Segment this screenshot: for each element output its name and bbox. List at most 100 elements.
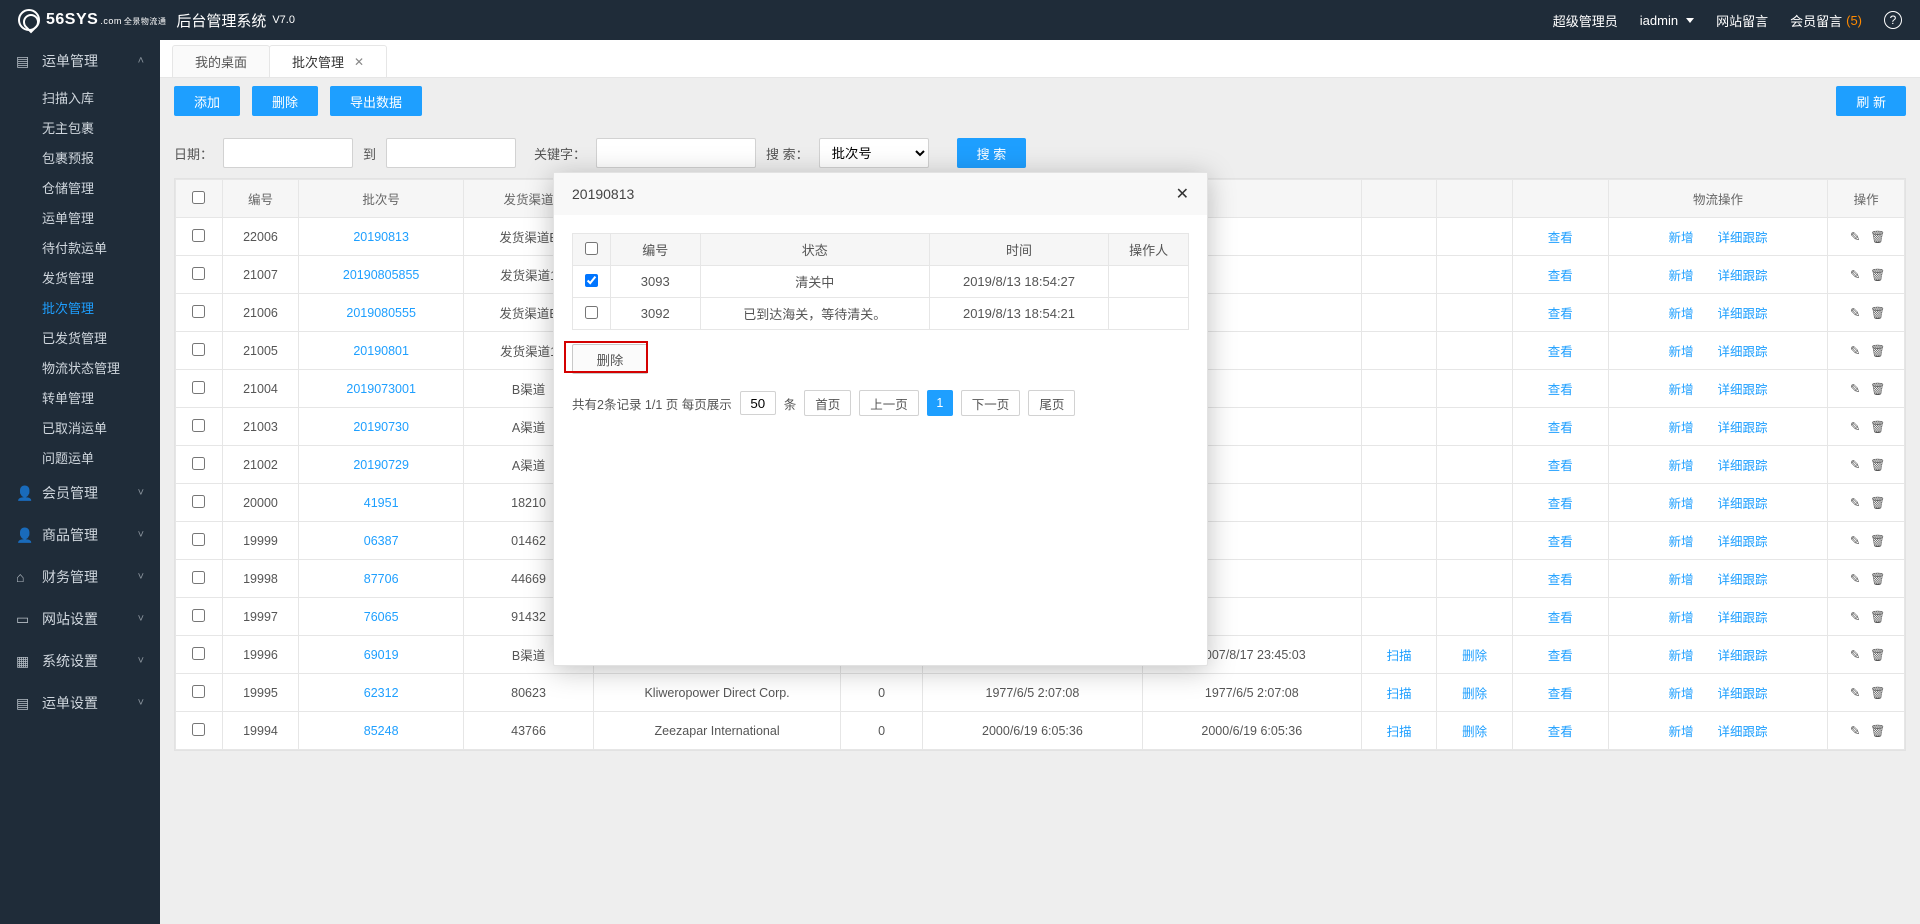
track-link[interactable]: 详细跟踪 xyxy=(1717,687,1767,701)
nav-item[interactable]: 发货管理 xyxy=(0,262,160,292)
per-page-input[interactable] xyxy=(740,391,776,415)
row-checkbox[interactable] xyxy=(192,685,205,698)
view-link[interactable]: 查看 xyxy=(1548,383,1573,397)
delete-button[interactable]: 删除 xyxy=(252,86,318,116)
add-status-link[interactable]: 新增 xyxy=(1668,269,1693,283)
nav-group[interactable]: ▤运单管理˄ xyxy=(0,40,160,82)
track-link[interactable]: 详细跟踪 xyxy=(1717,421,1767,435)
edit-icon[interactable] xyxy=(1848,571,1862,585)
trash-icon[interactable] xyxy=(1870,458,1884,472)
trash-icon[interactable] xyxy=(1870,268,1884,282)
view-link[interactable]: 查看 xyxy=(1548,231,1573,245)
edit-icon[interactable] xyxy=(1848,457,1862,471)
add-status-link[interactable]: 新增 xyxy=(1668,383,1693,397)
row-checkbox[interactable] xyxy=(192,305,205,318)
batch-link[interactable]: 69019 xyxy=(364,648,399,662)
trash-icon[interactable] xyxy=(1870,344,1884,358)
edit-icon[interactable] xyxy=(1848,647,1862,661)
nav-item[interactable]: 批次管理 xyxy=(0,292,160,322)
view-link[interactable]: 查看 xyxy=(1548,573,1573,587)
row-checkbox[interactable] xyxy=(192,533,205,546)
trash-icon[interactable] xyxy=(1870,610,1884,624)
trash-icon[interactable] xyxy=(1870,724,1884,738)
trash-icon[interactable] xyxy=(1870,382,1884,396)
add-status-link[interactable]: 新增 xyxy=(1668,421,1693,435)
trash-icon[interactable] xyxy=(1870,420,1884,434)
batch-link[interactable]: 20190730 xyxy=(353,420,409,434)
track-link[interactable]: 详细跟踪 xyxy=(1717,345,1767,359)
trash-icon[interactable] xyxy=(1870,572,1884,586)
batch-link[interactable]: 20190729 xyxy=(353,458,409,472)
user-menu[interactable]: iadmin xyxy=(1640,13,1694,28)
modal-row-checkbox[interactable] xyxy=(585,306,598,319)
nav-item[interactable]: 仓储管理 xyxy=(0,172,160,202)
row-checkbox[interactable] xyxy=(192,495,205,508)
scan-link[interactable]: 扫描 xyxy=(1387,725,1412,739)
member-message-link[interactable]: 会员留言 (5) xyxy=(1790,11,1862,30)
row-checkbox[interactable] xyxy=(192,609,205,622)
batch-link[interactable]: 85248 xyxy=(364,724,399,738)
close-icon[interactable]: ✕ xyxy=(354,55,364,69)
edit-icon[interactable] xyxy=(1848,305,1862,319)
view-link[interactable]: 查看 xyxy=(1548,687,1573,701)
pager-prev[interactable]: 上一页 xyxy=(859,390,919,416)
edit-icon[interactable] xyxy=(1848,685,1862,699)
nav-group[interactable]: 👤商品管理˅ xyxy=(0,514,160,556)
edit-icon[interactable] xyxy=(1848,419,1862,433)
edit-icon[interactable] xyxy=(1848,723,1862,737)
trash-icon[interactable] xyxy=(1870,534,1884,548)
nav-group[interactable]: ▤运单设置˅ xyxy=(0,682,160,724)
scan-link[interactable]: 扫描 xyxy=(1387,649,1412,663)
row-checkbox[interactable] xyxy=(192,381,205,394)
nav-group[interactable]: ▭网站设置˅ xyxy=(0,598,160,640)
view-link[interactable]: 查看 xyxy=(1548,649,1573,663)
row-checkbox[interactable] xyxy=(192,343,205,356)
keyword-input[interactable] xyxy=(596,138,756,168)
row-checkbox[interactable] xyxy=(192,647,205,660)
batch-link[interactable]: 62312 xyxy=(364,686,399,700)
batch-link[interactable]: 87706 xyxy=(364,572,399,586)
batch-link[interactable]: 76065 xyxy=(364,610,399,624)
pager-first[interactable]: 首页 xyxy=(804,390,851,416)
batch-link[interactable]: 20190805855 xyxy=(343,268,419,282)
pager-last[interactable]: 尾页 xyxy=(1028,390,1075,416)
add-status-link[interactable]: 新增 xyxy=(1668,649,1693,663)
track-link[interactable]: 详细跟踪 xyxy=(1717,459,1767,473)
add-status-link[interactable]: 新增 xyxy=(1668,687,1693,701)
view-link[interactable]: 查看 xyxy=(1548,345,1573,359)
add-status-link[interactable]: 新增 xyxy=(1668,307,1693,321)
row-checkbox[interactable] xyxy=(192,457,205,470)
nav-item[interactable]: 已取消运单 xyxy=(0,412,160,442)
edit-icon[interactable] xyxy=(1848,267,1862,281)
add-status-link[interactable]: 新增 xyxy=(1668,535,1693,549)
batch-link[interactable]: 2019073001 xyxy=(346,382,416,396)
tab[interactable]: 我的桌面 xyxy=(172,45,270,77)
add-status-link[interactable]: 新增 xyxy=(1668,611,1693,625)
export-button[interactable]: 导出数据 xyxy=(330,86,422,116)
view-link[interactable]: 查看 xyxy=(1548,421,1573,435)
view-link[interactable]: 查看 xyxy=(1548,307,1573,321)
row-checkbox[interactable] xyxy=(192,419,205,432)
search-button[interactable]: 搜 索 xyxy=(957,138,1027,168)
view-link[interactable]: 查看 xyxy=(1548,269,1573,283)
row-checkbox[interactable] xyxy=(192,571,205,584)
nav-group[interactable]: 👤会员管理˅ xyxy=(0,472,160,514)
add-status-link[interactable]: 新增 xyxy=(1668,231,1693,245)
track-link[interactable]: 详细跟踪 xyxy=(1717,611,1767,625)
nav-item[interactable]: 扫描入库 xyxy=(0,82,160,112)
batch-link[interactable]: 20190801 xyxy=(353,344,409,358)
modal-row-checkbox[interactable] xyxy=(585,274,598,287)
select-all-checkbox[interactable] xyxy=(192,191,205,204)
modal-delete-button[interactable]: 删除 xyxy=(572,344,648,374)
view-link[interactable]: 查看 xyxy=(1548,535,1573,549)
date-to-input[interactable] xyxy=(386,138,516,168)
trash-icon[interactable] xyxy=(1870,230,1884,244)
track-link[interactable]: 详细跟踪 xyxy=(1717,573,1767,587)
nav-item[interactable]: 待付款运单 xyxy=(0,232,160,262)
nav-item[interactable]: 转单管理 xyxy=(0,382,160,412)
view-link[interactable]: 查看 xyxy=(1548,459,1573,473)
search-field-select[interactable]: 批次号 xyxy=(819,138,929,168)
edit-icon[interactable] xyxy=(1848,343,1862,357)
scan-link[interactable]: 扫描 xyxy=(1387,687,1412,701)
pager-next[interactable]: 下一页 xyxy=(961,390,1021,416)
